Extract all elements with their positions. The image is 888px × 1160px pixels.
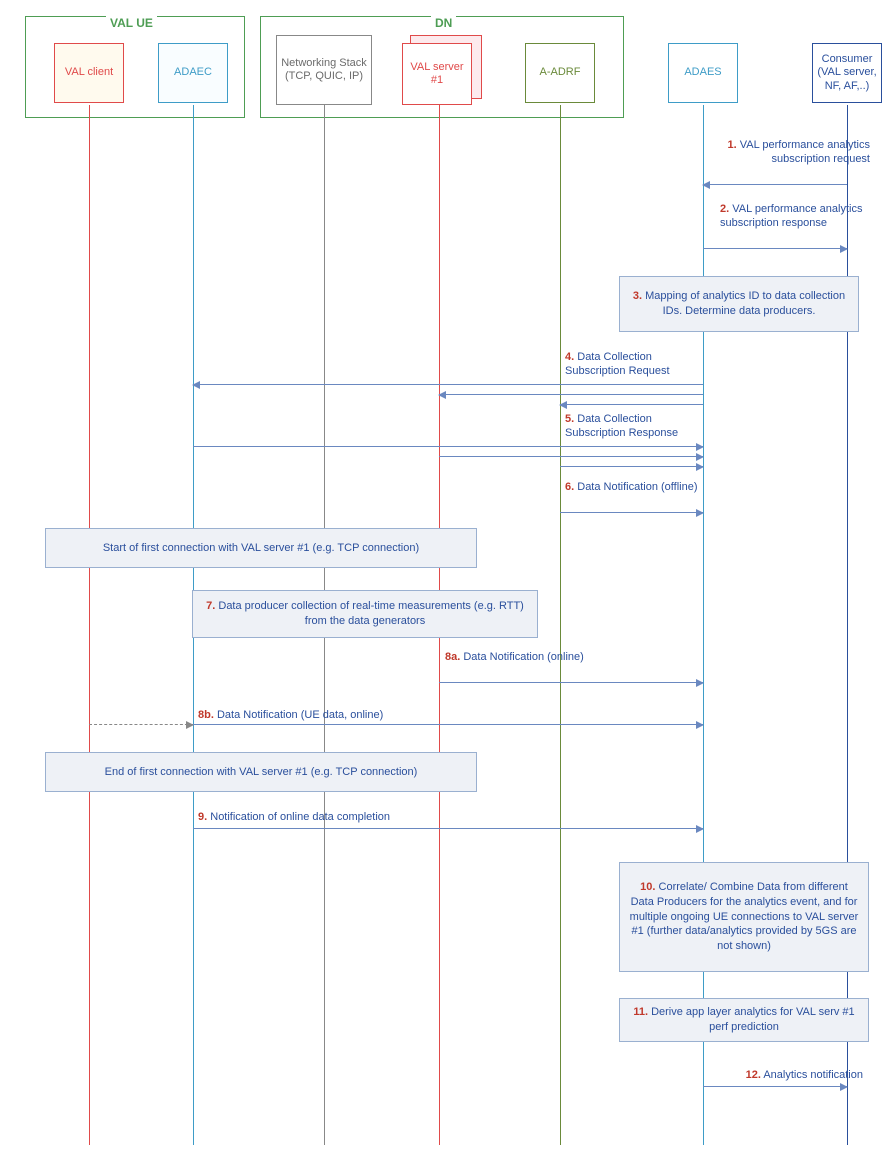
note-11: 11. Derive app layer analytics for VAL s… — [619, 998, 869, 1042]
arrow-5b — [439, 456, 703, 457]
msg-8b: 8b. Data Notification (UE data, online) — [198, 708, 418, 722]
msg-12: 12. Analytics notification — [723, 1068, 863, 1082]
note-start-connection: Start of first connection with VAL serve… — [45, 528, 477, 568]
lifeline-consumer — [847, 105, 848, 1145]
sequence-diagram: VAL UE DN VAL client ADAEC Networking St… — [10, 10, 880, 1150]
actor-val-server: VAL server #1 — [402, 43, 472, 105]
msg-8a: 8a. Data Notification (online) — [445, 650, 585, 664]
msg-1: 1. VAL performance analytics subscriptio… — [720, 138, 870, 167]
lifeline-a-adrf — [560, 105, 561, 1145]
arrow-4c — [560, 404, 703, 405]
actor-val-client: VAL client — [54, 43, 124, 103]
arrow-8b — [193, 724, 703, 725]
actor-adaes: ADAES — [668, 43, 738, 103]
arrow-9 — [193, 828, 703, 829]
note-10: 10. Correlate/ Combine Data from differe… — [619, 862, 869, 972]
arrow-5c — [560, 466, 703, 467]
arrow-8a — [439, 682, 703, 683]
group-label-val-ue: VAL UE — [106, 16, 157, 30]
msg-4: 4. Data Collection Subscription Request — [565, 350, 700, 379]
group-label-dn: DN — [431, 16, 456, 30]
msg-6: 6. Data Notification (offline) — [565, 480, 700, 494]
arrow-8b-dashed — [89, 724, 193, 725]
arrow-4b — [439, 394, 703, 395]
lifeline-val-client — [89, 105, 90, 1145]
lifeline-adaes — [703, 105, 704, 1145]
arrow-5a — [193, 446, 703, 447]
arrow-6 — [560, 512, 703, 513]
note-3: 3. Mapping of analytics ID to data colle… — [619, 276, 859, 332]
actor-networking-stack: Networking Stack (TCP, QUIC, IP) — [276, 35, 372, 105]
msg-2: 2. VAL performance analytics subscriptio… — [720, 202, 870, 231]
arrow-1 — [703, 184, 847, 185]
actor-adaec: ADAEC — [158, 43, 228, 103]
msg-9: 9. Notification of online data completio… — [198, 810, 458, 824]
note-7: 7. Data producer collection of real-time… — [192, 590, 538, 638]
note-end-connection: End of first connection with VAL server … — [45, 752, 477, 792]
arrow-2 — [703, 248, 847, 249]
msg-5: 5. Data Collection Subscription Response — [565, 412, 700, 441]
actor-consumer: Consumer (VAL server, NF, AF,..) — [812, 43, 882, 103]
actor-a-adrf: A-ADRF — [525, 43, 595, 103]
arrow-12 — [703, 1086, 847, 1087]
arrow-4a — [193, 384, 703, 385]
